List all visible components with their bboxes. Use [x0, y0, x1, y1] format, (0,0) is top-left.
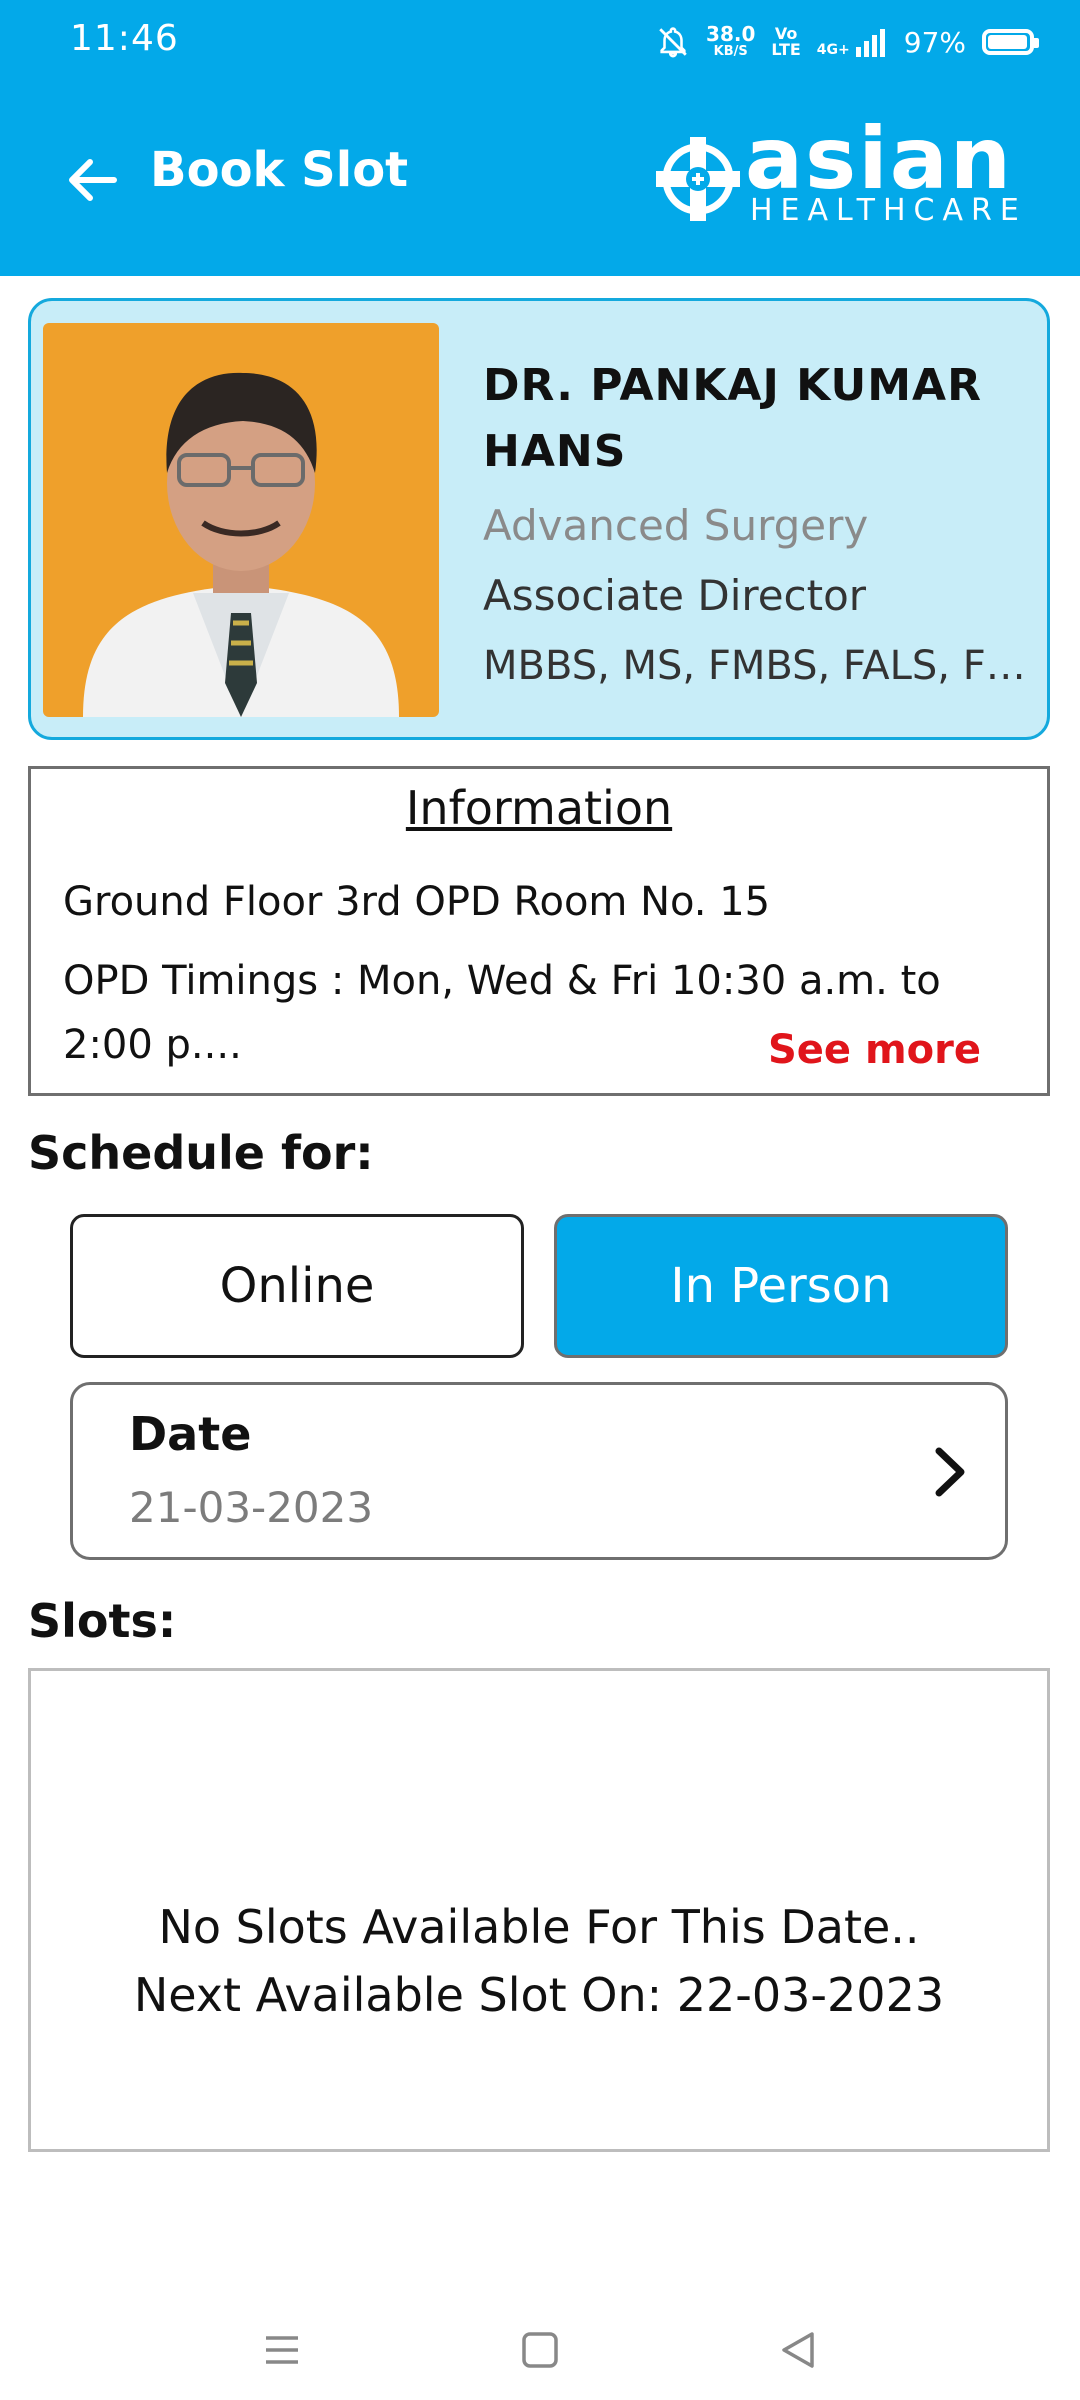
- doctor-name: DR. PANKAJ KUMAR HANS: [483, 360, 982, 477]
- bell-off-icon: [659, 27, 687, 58]
- doctor-card[interactable]: DR. PANKAJ KUMAR HANS Advanced Surgery A…: [28, 298, 1050, 740]
- slots-label: Slots:: [28, 1594, 177, 1648]
- date-picker[interactable]: Date 21-03-2023: [70, 1382, 1008, 1560]
- signal-icon: 4G+: [817, 27, 888, 57]
- status-icons: 38.0 KB/S Vo LTE 4G+ 97%: [656, 20, 1039, 64]
- volte-indicator: Vo LTE: [771, 24, 801, 59]
- schedule-label: Schedule for:: [28, 1126, 374, 1180]
- system-nav-bar: [0, 2300, 1080, 2400]
- doctor-photo: [43, 323, 439, 717]
- see-more-link[interactable]: See more: [768, 1027, 981, 1073]
- information-heading: Information: [405, 781, 673, 835]
- no-slots-message: No Slots Available For This Date.. Next …: [133, 1900, 945, 2022]
- battery-icon: [982, 29, 1039, 55]
- app-bar: 11:46 38.0 KB/S Vo LTE 4G+ 97% Book Slot…: [0, 0, 1080, 276]
- date-label: Date: [129, 1407, 252, 1461]
- back-triangle-icon[interactable]: [768, 2320, 828, 2380]
- online-button[interactable]: Online: [70, 1214, 524, 1358]
- home-icon[interactable]: [510, 2320, 570, 2380]
- doctor-qualifications: MBBS, MS, FMBS, FALS, FE...: [483, 643, 1035, 689]
- battery-percent: 97%: [903, 25, 966, 59]
- page-title: Book Slot: [150, 142, 409, 198]
- doctor-specialty: Advanced Surgery: [483, 501, 869, 550]
- doctor-role: Associate Director: [483, 571, 867, 620]
- chevron-right-icon: [935, 1447, 965, 1497]
- slots-box: No Slots Available For This Date.. Next …: [28, 1668, 1050, 2152]
- date-value: 21-03-2023: [129, 1483, 374, 1532]
- opd-room: Ground Floor 3rd OPD Room No. 15: [63, 879, 771, 925]
- asian-healthcare-logo: asian HEALTHCARE: [650, 109, 1050, 235]
- status-time: 11:46: [70, 18, 179, 59]
- in-person-button[interactable]: In Person: [554, 1214, 1008, 1358]
- arrow-left-icon[interactable]: [52, 140, 132, 220]
- menu-icon[interactable]: [252, 2320, 312, 2380]
- network-speed: 38.0 KB/S: [706, 22, 756, 59]
- logo-cross-icon: [656, 137, 740, 221]
- information-box: Information Ground Floor 3rd OPD Room No…: [28, 766, 1050, 1096]
